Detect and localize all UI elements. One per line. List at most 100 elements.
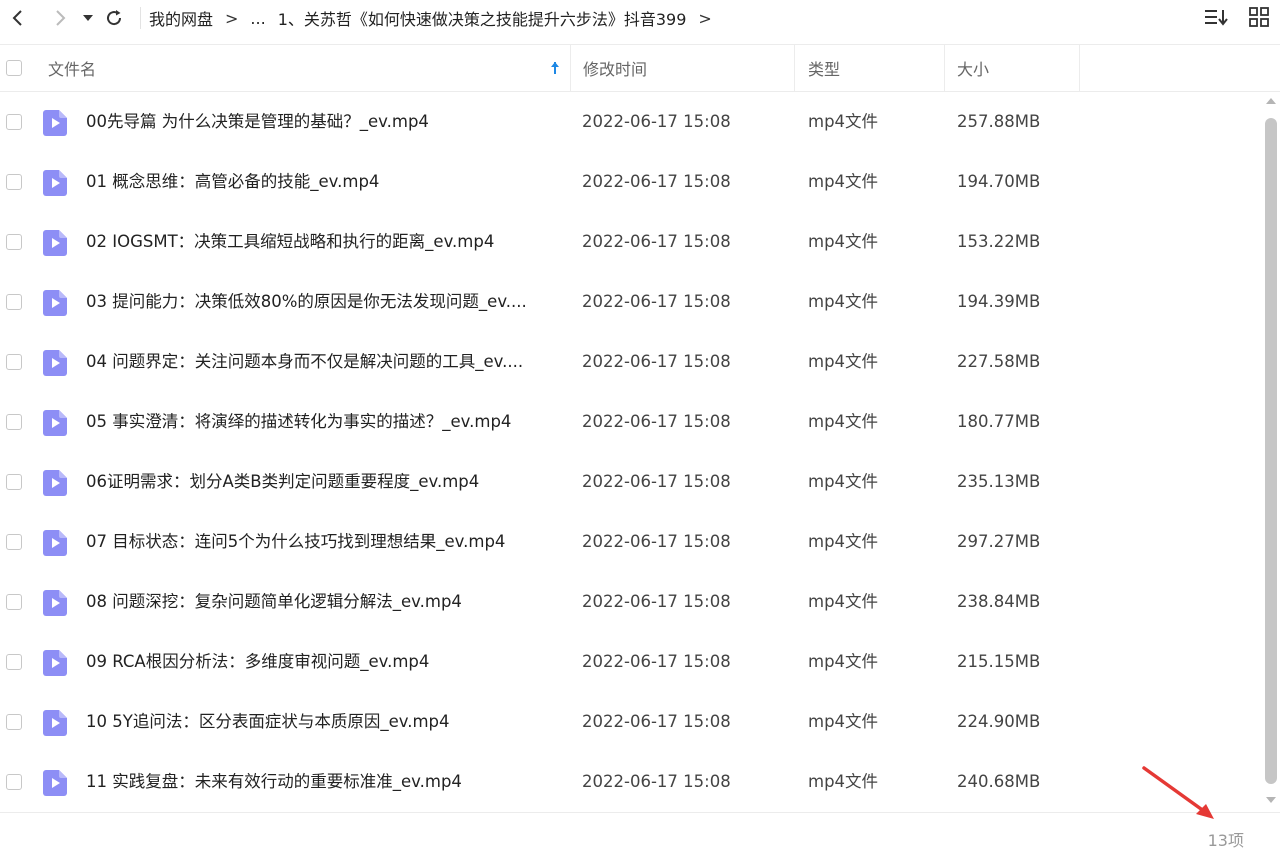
file-row[interactable]: 02 IOGSMT：决策工具缩短战略和执行的距离_ev.mp4 2022-06-1…: [0, 212, 1262, 272]
video-file-icon: [43, 470, 67, 496]
view-tools: [1204, 4, 1272, 30]
file-name[interactable]: 00先导篇 为什么决策是管理的基础？_ev.mp4: [86, 92, 564, 152]
file-name[interactable]: 02 IOGSMT：决策工具缩短战略和执行的距离_ev.mp4: [86, 212, 564, 272]
select-all-checkbox[interactable]: [6, 60, 22, 76]
row-checkbox[interactable]: [6, 294, 22, 310]
breadcrumb-separator: >: [698, 8, 712, 28]
video-file-icon: [43, 590, 67, 616]
video-file-icon: [43, 770, 67, 796]
grid-icon: [1249, 7, 1269, 27]
column-size-label: 大小: [957, 60, 990, 79]
file-row[interactable]: 07 目标状态：连问5个为什么技巧找到理想结果_ev.mp4 2022-06-17…: [0, 512, 1262, 572]
file-size: 297.27MB: [957, 532, 1041, 551]
forward-button[interactable]: [46, 4, 74, 32]
file-name[interactable]: 05 事实澄清：将演绎的描述转化为事实的描述？_ev.mp4: [86, 392, 564, 452]
file-type: mp4文件: [808, 412, 879, 431]
breadcrumb: 我的网盘 > ... 1、关苏哲《如何快速做决策之技能提升六步法》抖音399 >: [149, 6, 724, 30]
file-type: mp4文件: [808, 712, 879, 731]
column-header-size[interactable]: 大小: [945, 45, 1080, 91]
file-row[interactable]: 01 概念思维：高管必备的技能_ev.mp4 2022-06-17 15:08 mp…: [0, 152, 1262, 212]
chevron-left-icon: [12, 10, 22, 26]
refresh-button[interactable]: [100, 4, 128, 32]
video-file-icon: [43, 110, 67, 136]
column-type-label: 类型: [808, 60, 841, 79]
row-checkbox[interactable]: [6, 534, 22, 550]
video-file-icon: [43, 350, 67, 376]
breadcrumb-ellipsis[interactable]: ...: [250, 9, 265, 28]
file-row[interactable]: 06证明需求：划分A类B类判定问题重要程度_ev.mp4 2022-06-17 1…: [0, 452, 1262, 512]
file-size: 224.90MB: [957, 712, 1041, 731]
column-header-modified[interactable]: 修改时间: [570, 45, 795, 91]
row-checkbox[interactable]: [6, 174, 22, 190]
file-size: 235.13MB: [957, 472, 1041, 491]
file-name[interactable]: 08 问题深挖：复杂问题简单化逻辑分解法_ev.mp4: [86, 572, 564, 632]
file-list: 00先导篇 为什么决策是管理的基础？_ev.mp4 2022-06-17 15:0…: [0, 92, 1262, 812]
file-size: 215.15MB: [957, 652, 1041, 671]
file-type: mp4文件: [808, 472, 879, 491]
file-name[interactable]: 11 实践复盘：未来有效行动的重要标准准_ev.mp4: [86, 752, 564, 812]
history-dropdown-button[interactable]: [78, 4, 98, 32]
row-checkbox[interactable]: [6, 234, 22, 250]
scroll-thumb[interactable]: [1265, 118, 1277, 784]
file-modified-time: 2022-06-17 15:08: [582, 712, 731, 731]
row-checkbox[interactable]: [6, 114, 22, 130]
file-type: mp4文件: [808, 592, 879, 611]
file-name[interactable]: 09 RCA根因分析法：多维度审视问题_ev.mp4: [86, 632, 564, 692]
file-modified-time: 2022-06-17 15:08: [582, 292, 731, 311]
file-row[interactable]: 04 问题界定：关注问题本身而不仅是解决问题的工具_ev.... 2022-06-…: [0, 332, 1262, 392]
breadcrumb-root[interactable]: 我的网盘: [149, 6, 213, 30]
file-row[interactable]: 10 5Y追问法：区分表面症状与本质原因_ev.mp4 2022-06-17 15…: [0, 692, 1262, 752]
file-row[interactable]: 09 RCA根因分析法：多维度审视问题_ev.mp4 2022-06-17 15:…: [0, 632, 1262, 692]
column-header-name[interactable]: 文件名: [48, 45, 571, 91]
video-file-icon: [43, 410, 67, 436]
file-name[interactable]: 04 问题界定：关注问题本身而不仅是解决问题的工具_ev....: [86, 332, 564, 392]
file-name[interactable]: 01 概念思维：高管必备的技能_ev.mp4: [86, 152, 564, 212]
file-type: mp4文件: [808, 352, 879, 371]
file-name[interactable]: 07 目标状态：连问5个为什么技巧找到理想结果_ev.mp4: [86, 512, 564, 572]
file-row[interactable]: 03 提问能力：决策低效80%的原因是你无法发现问题_ev.... 2022-06…: [0, 272, 1262, 332]
row-checkbox[interactable]: [6, 774, 22, 790]
file-row[interactable]: 00先导篇 为什么决策是管理的基础？_ev.mp4 2022-06-17 15:0…: [0, 92, 1262, 152]
status-bar: 13项: [0, 812, 1280, 858]
file-size: 153.22MB: [957, 232, 1041, 251]
toolbar: 我的网盘 > ... 1、关苏哲《如何快速做决策之技能提升六步法》抖音399 >: [0, 0, 1286, 36]
file-size: 227.58MB: [957, 352, 1041, 371]
breadcrumb-current-folder[interactable]: 1、关苏哲《如何快速做决策之技能提升六步法》抖音399: [278, 6, 687, 30]
row-checkbox[interactable]: [6, 414, 22, 430]
file-name[interactable]: 06证明需求：划分A类B类判定问题重要程度_ev.mp4: [86, 452, 564, 512]
column-header-type[interactable]: 类型: [795, 45, 945, 91]
file-type: mp4文件: [808, 232, 879, 251]
file-modified-time: 2022-06-17 15:08: [582, 532, 731, 551]
grid-view-button[interactable]: [1246, 4, 1272, 30]
caret-down-icon: [83, 15, 93, 21]
scroll-down-arrow[interactable]: [1266, 797, 1276, 803]
file-size: 180.77MB: [957, 412, 1041, 431]
column-modified-label: 修改时间: [583, 60, 648, 79]
vertical-scrollbar[interactable]: [1264, 98, 1278, 803]
column-header: 文件名 修改时间 类型 大小: [0, 44, 1280, 92]
row-checkbox[interactable]: [6, 714, 22, 730]
toolbar-divider: [140, 7, 141, 29]
file-row[interactable]: 05 事实澄清：将演绎的描述转化为事实的描述？_ev.mp4 2022-06-17…: [0, 392, 1262, 452]
file-modified-time: 2022-06-17 15:08: [582, 652, 731, 671]
row-checkbox[interactable]: [6, 594, 22, 610]
video-file-icon: [43, 650, 67, 676]
file-size: 194.70MB: [957, 172, 1041, 191]
sort-button[interactable]: [1204, 4, 1230, 30]
file-type: mp4文件: [808, 292, 879, 311]
file-size: 240.68MB: [957, 772, 1041, 791]
file-type: mp4文件: [808, 532, 879, 551]
file-row[interactable]: 11 实践复盘：未来有效行动的重要标准准_ev.mp4 2022-06-17 15…: [0, 752, 1262, 812]
file-modified-time: 2022-06-17 15:08: [582, 352, 731, 371]
scroll-up-arrow[interactable]: [1266, 98, 1276, 104]
chevron-right-icon: [56, 10, 66, 26]
file-row[interactable]: 08 问题深挖：复杂问题简单化逻辑分解法_ev.mp4 2022-06-17 15…: [0, 572, 1262, 632]
file-name[interactable]: 03 提问能力：决策低效80%的原因是你无法发现问题_ev....: [86, 272, 564, 332]
row-checkbox[interactable]: [6, 654, 22, 670]
file-modified-time: 2022-06-17 15:08: [582, 232, 731, 251]
back-button[interactable]: [4, 4, 32, 32]
file-name[interactable]: 10 5Y追问法：区分表面症状与本质原因_ev.mp4: [86, 692, 564, 752]
row-checkbox[interactable]: [6, 474, 22, 490]
file-type: mp4文件: [808, 652, 879, 671]
row-checkbox[interactable]: [6, 354, 22, 370]
